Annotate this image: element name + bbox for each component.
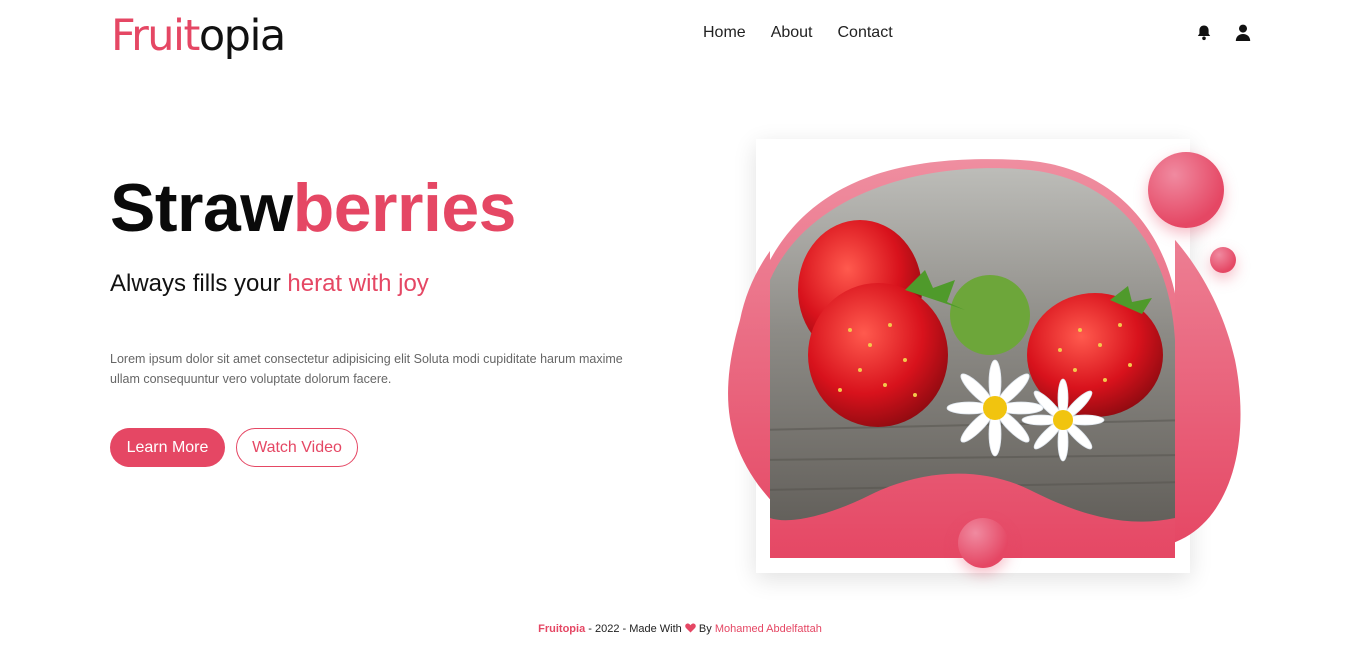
bell-icon[interactable] xyxy=(1196,24,1212,41)
heart-icon xyxy=(685,623,696,636)
decor-bubble-large xyxy=(1148,152,1224,228)
logo-accent: Fruit xyxy=(111,11,200,61)
hero-title: Strawberries xyxy=(110,168,517,248)
hero-title-pink: berries xyxy=(292,170,517,246)
footer-author[interactable]: Mohamed Abdelfattah xyxy=(715,623,822,635)
footer-brand[interactable]: Fruitopia xyxy=(538,623,585,635)
hero-description: Lorem ipsum dolor sit amet consectetur a… xyxy=(110,352,623,386)
nav-home[interactable]: Home xyxy=(703,24,746,42)
decor-bubble-bottom xyxy=(958,518,1008,568)
main-nav: Home About Contact xyxy=(703,24,893,42)
logo-rest: opia xyxy=(198,11,286,61)
hero-subtitle: Always fills your herat with joy xyxy=(110,270,429,298)
watch-video-button[interactable]: Watch Video xyxy=(236,428,358,467)
hero-artwork xyxy=(700,130,1260,590)
hero-subtitle-dark: Always fills your xyxy=(110,270,281,297)
learn-more-button[interactable]: Learn More xyxy=(110,428,225,467)
user-icon[interactable] xyxy=(1235,24,1251,41)
hero-subtitle-pink: herat with joy xyxy=(287,270,429,297)
nav-about[interactable]: About xyxy=(771,24,813,42)
footer-by: By xyxy=(695,623,715,635)
header-icons xyxy=(1196,24,1251,41)
logo[interactable]: Fruitopia xyxy=(111,8,286,64)
hero-title-dark: Straw xyxy=(110,170,293,246)
footer: Fruitopia - 2022 - Made With By Mohamed … xyxy=(0,623,1360,636)
nav-contact[interactable]: Contact xyxy=(838,24,893,42)
footer-text: - 2022 - Made With xyxy=(585,623,685,635)
decor-bubble-small xyxy=(1210,247,1236,273)
